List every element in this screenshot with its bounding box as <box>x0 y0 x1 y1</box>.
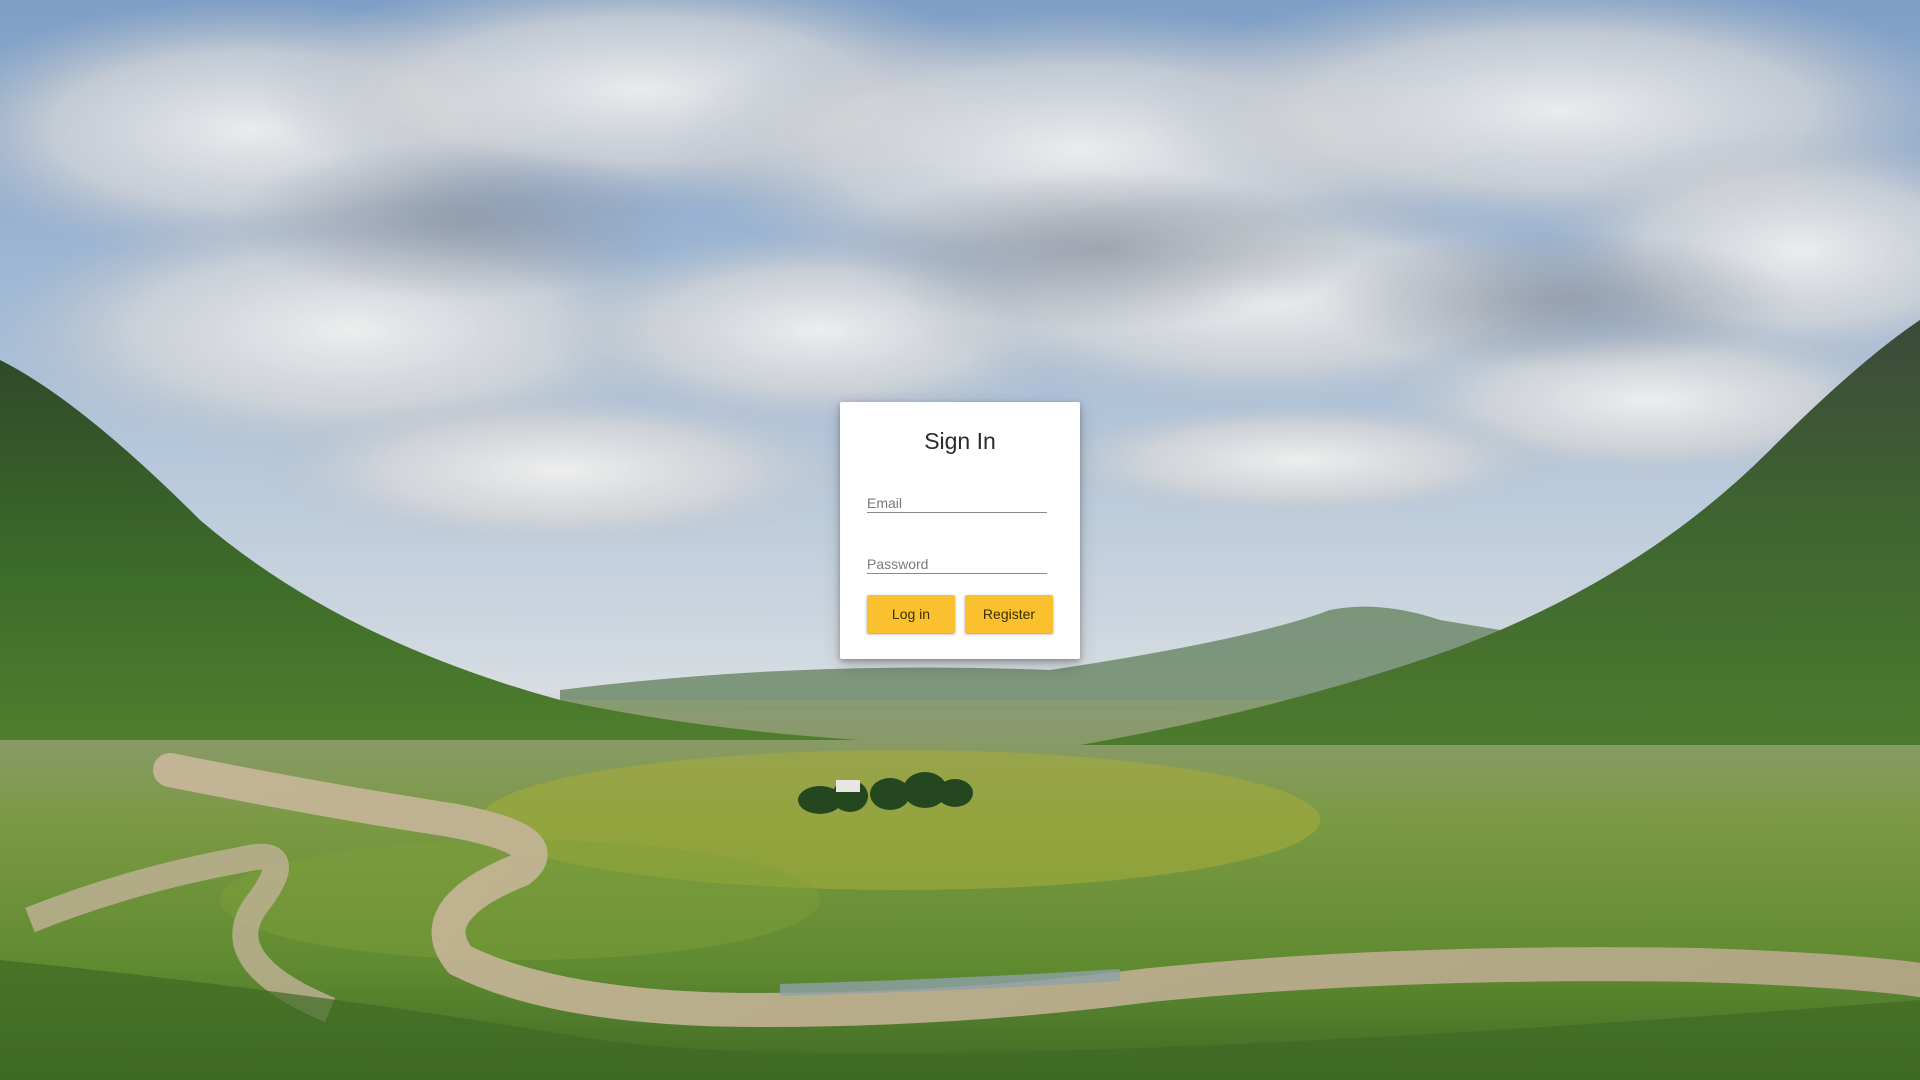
login-button[interactable]: Log in <box>867 595 955 633</box>
password-input[interactable] <box>867 548 1047 573</box>
signin-title: Sign In <box>924 428 996 454</box>
email-field[interactable] <box>867 487 1047 513</box>
email-input[interactable] <box>867 487 1047 512</box>
password-field[interactable] <box>867 548 1047 574</box>
register-button[interactable]: Register <box>965 595 1053 633</box>
